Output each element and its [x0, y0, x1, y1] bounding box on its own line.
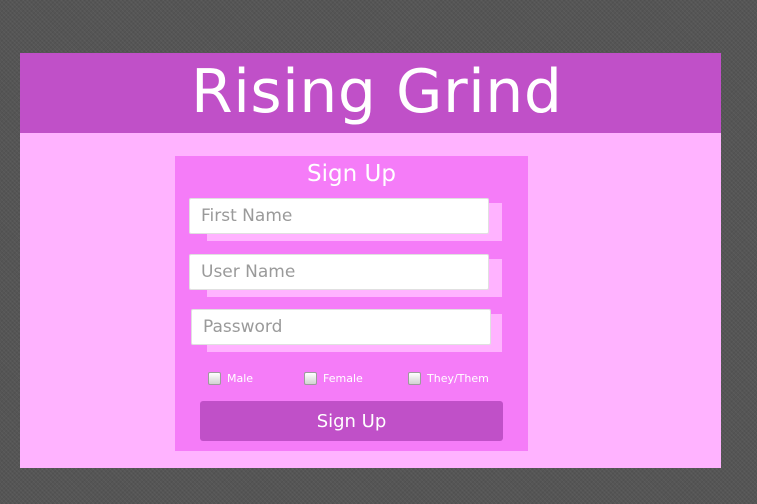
- gender-option-female[interactable]: Female: [304, 372, 363, 385]
- they-them-checkbox[interactable]: [408, 372, 421, 385]
- gender-option-male[interactable]: Male: [208, 372, 253, 385]
- female-label: Female: [323, 372, 363, 385]
- user-name-input[interactable]: [189, 254, 489, 290]
- signup-card: Sign Up Male Female They/Them Sign Up: [175, 156, 528, 451]
- female-checkbox[interactable]: [304, 372, 317, 385]
- app-container: Rising Grind Sign Up Male Female They/Th…: [20, 53, 721, 468]
- they-them-label: They/Them: [427, 372, 489, 385]
- sign-up-button[interactable]: Sign Up: [200, 401, 503, 441]
- header-bar: Rising Grind: [20, 53, 721, 133]
- first-name-input[interactable]: [189, 198, 489, 234]
- signup-heading: Sign Up: [307, 161, 396, 187]
- male-checkbox[interactable]: [208, 372, 221, 385]
- password-input[interactable]: [191, 309, 491, 345]
- gender-option-they-them[interactable]: They/Them: [408, 372, 489, 385]
- app-title: Rising Grind: [191, 57, 563, 127]
- male-label: Male: [227, 372, 254, 385]
